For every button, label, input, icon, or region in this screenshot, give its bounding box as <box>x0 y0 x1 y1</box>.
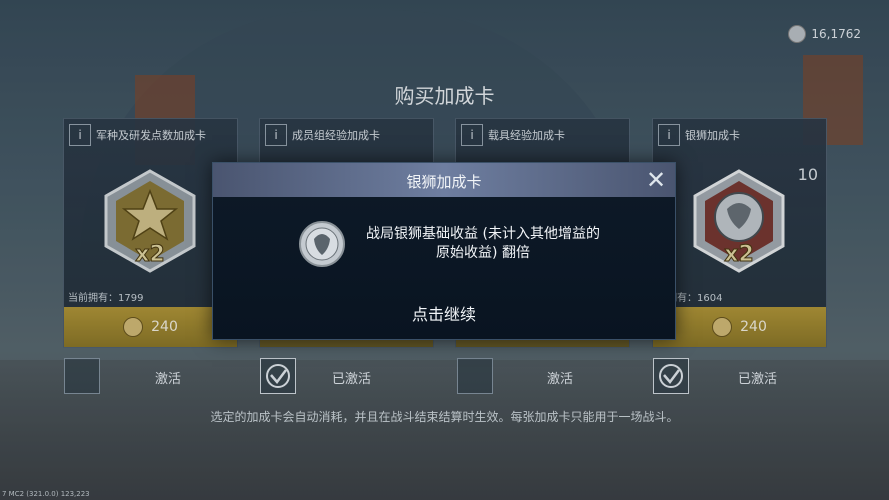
close-icon[interactable]: ✕ <box>643 167 669 193</box>
continue-button[interactable]: 点击继续 <box>213 301 675 325</box>
silver-lion-coin-icon <box>299 221 345 267</box>
booster-info-modal[interactable]: 银狮加成卡 ✕ 战局银狮基础收益 (未计入其他增益的原始收益) 翻倍 点击继续 <box>212 162 676 340</box>
modal-description: 战局银狮基础收益 (未计入其他增益的原始收益) 翻倍 <box>366 226 600 261</box>
modal-title: 银狮加成卡 <box>406 173 482 191</box>
